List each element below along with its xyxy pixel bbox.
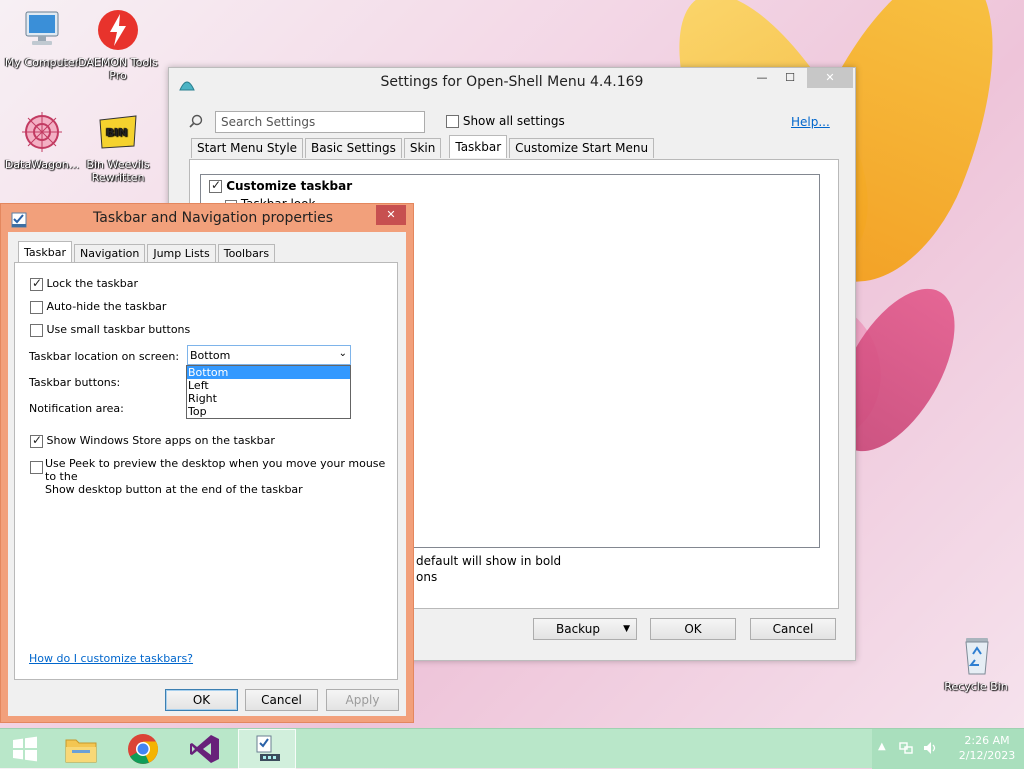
clock[interactable]: 2:26 AM 2/12/2023	[952, 733, 1022, 763]
notification-area: ▲ 2:26 AM 2/12/2023	[872, 729, 1024, 769]
bin-weevils-icon: BIN	[96, 110, 140, 154]
maximize-button[interactable]: ☐	[775, 68, 805, 88]
location-label: Taskbar location on screen:	[29, 350, 180, 363]
show-hidden-icons-chevron-icon[interactable]: ▲	[878, 741, 886, 752]
folder-icon	[65, 739, 97, 763]
tab-taskbar[interactable]: Taskbar	[18, 241, 72, 264]
taskbar-properties-title: Taskbar and Navigation properties	[93, 210, 334, 226]
taskbar-properties-window: Taskbar and Navigation properties ✕ Task…	[0, 203, 414, 723]
openshell-titlebar[interactable]: Settings for Open-Shell Menu 4.4.169 — ☐…	[169, 68, 855, 96]
start-button[interactable]	[0, 729, 50, 769]
show-all-checkbox[interactable]	[446, 115, 459, 128]
taskbar-taskbar-properties[interactable]	[238, 729, 296, 769]
clock-date: 2/12/2023	[958, 749, 1016, 762]
peek-checkbox[interactable]	[30, 461, 43, 474]
desktop-icon-recycle-bin[interactable]: Recycle Bin	[934, 632, 1018, 693]
small-buttons-checkbox[interactable]	[30, 323, 43, 337]
bold-note: default will show in bold	[416, 554, 562, 568]
location-option-left[interactable]: Left	[187, 379, 350, 392]
autohide-checkbox[interactable]	[30, 300, 43, 314]
location-combobox[interactable]: Bottom ⌄	[187, 345, 351, 365]
search-icon	[189, 114, 203, 131]
lock-taskbar-checkbox[interactable]	[30, 276, 43, 291]
help-link[interactable]: Help...	[791, 115, 830, 129]
peek-option[interactable]: Use Peek to preview the desktop when you…	[30, 457, 397, 496]
location-option-bottom[interactable]: Bottom	[187, 366, 350, 379]
svg-text:BIN: BIN	[106, 126, 128, 139]
computer-icon	[20, 8, 64, 52]
desktop-icon-bin-weevils[interactable]: BIN Bin Weevils Rewritten	[76, 110, 160, 184]
small-buttons-option[interactable]: Use small taskbar buttons	[30, 323, 190, 337]
search-input[interactable]: Search Settings	[215, 111, 425, 133]
datawagon-icon	[20, 110, 64, 154]
taskbar-file-explorer[interactable]	[52, 729, 110, 769]
tab-jump-lists[interactable]: Jump Lists	[147, 244, 216, 264]
tab-start-menu-style[interactable]: Start Menu Style	[191, 138, 304, 158]
volume-icon[interactable]	[922, 740, 938, 759]
tree-item-customize-taskbar[interactable]: Customize taskbar	[209, 178, 352, 193]
store-apps-option[interactable]: Show Windows Store apps on the taskbar	[30, 433, 275, 448]
taskbar-apply-button[interactable]: Apply	[326, 689, 399, 711]
desktop-icon-daemon-tools[interactable]: DAEMON Tools Pro	[76, 8, 160, 82]
chrome-icon	[128, 734, 158, 764]
openshell-tabs: Start Menu Style Basic Settings Skin Tas…	[191, 135, 656, 158]
tab-taskbar[interactable]: Taskbar	[449, 135, 508, 158]
close-button[interactable]: ✕	[807, 68, 853, 88]
windows-taskbar: ▲ 2:26 AM 2/12/2023	[0, 728, 1024, 769]
taskbar-properties-icon	[256, 735, 280, 761]
autohide-option[interactable]: Auto-hide the taskbar	[30, 300, 166, 314]
location-dropdown-list: Bottom Left Right Top	[186, 365, 351, 419]
visual-studio-icon	[190, 735, 219, 763]
taskbar-buttons-label: Taskbar buttons:	[29, 376, 121, 389]
taskbar-cancel-button[interactable]: Cancel	[245, 689, 318, 711]
taskbar-visual-studio[interactable]	[176, 729, 234, 769]
recycle-bin-icon	[954, 632, 998, 676]
desktop-icon-datawagon[interactable]: DataWagon...	[0, 110, 84, 171]
openshell-shell-icon	[179, 74, 195, 102]
chevron-down-icon: ⌄	[338, 348, 347, 359]
clock-time: 2:26 AM	[964, 734, 1010, 747]
openshell-title: Settings for Open-Shell Menu 4.4.169	[380, 74, 644, 90]
taskbar-ok-button[interactable]: OK	[165, 689, 238, 711]
tab-customize-start-menu[interactable]: Customize Start Menu	[509, 138, 655, 158]
taskbar-tab-panel: Lock the taskbar Auto-hide the taskbar U…	[14, 262, 398, 680]
taskbar-properties-tabs: Taskbar Navigation Jump Lists Toolbars	[18, 241, 277, 264]
close-button[interactable]: ✕	[376, 205, 406, 225]
location-option-top[interactable]: Top	[187, 405, 350, 418]
customize-taskbar-checkbox[interactable]	[209, 178, 222, 193]
tab-basic-settings[interactable]: Basic Settings	[305, 138, 402, 158]
location-option-right[interactable]: Right	[187, 392, 350, 405]
notification-area-label: Notification area:	[29, 402, 124, 415]
tab-toolbars[interactable]: Toolbars	[217, 244, 276, 264]
openshell-cancel-button[interactable]: Cancel	[750, 618, 836, 640]
windows-logo-icon	[13, 736, 37, 762]
network-icon[interactable]	[898, 740, 914, 759]
desktop-icon-my-computer[interactable]: My Computer	[0, 8, 84, 69]
note-line2: ons	[416, 570, 438, 584]
dropdown-arrow-icon: ▼	[623, 624, 630, 634]
tab-navigation[interactable]: Navigation	[74, 244, 146, 264]
lock-taskbar-option[interactable]: Lock the taskbar	[30, 276, 138, 291]
tab-skin[interactable]: Skin	[403, 138, 442, 158]
customize-taskbars-help-link[interactable]: How do I customize taskbars?	[29, 652, 193, 665]
show-all-settings[interactable]: Show all settings	[446, 114, 565, 128]
store-apps-checkbox[interactable]	[30, 433, 43, 448]
minimize-button[interactable]: —	[747, 68, 777, 88]
taskbar-properties-body: Taskbar Navigation Jump Lists Toolbars L…	[8, 232, 406, 716]
taskbar-properties-titlebar[interactable]: Taskbar and Navigation properties ✕	[1, 204, 413, 232]
openshell-ok-button[interactable]: OK	[650, 618, 736, 640]
backup-button[interactable]: Backup ▼	[533, 618, 637, 640]
taskbar-chrome[interactable]	[114, 729, 172, 769]
daemon-tools-icon	[96, 8, 140, 52]
